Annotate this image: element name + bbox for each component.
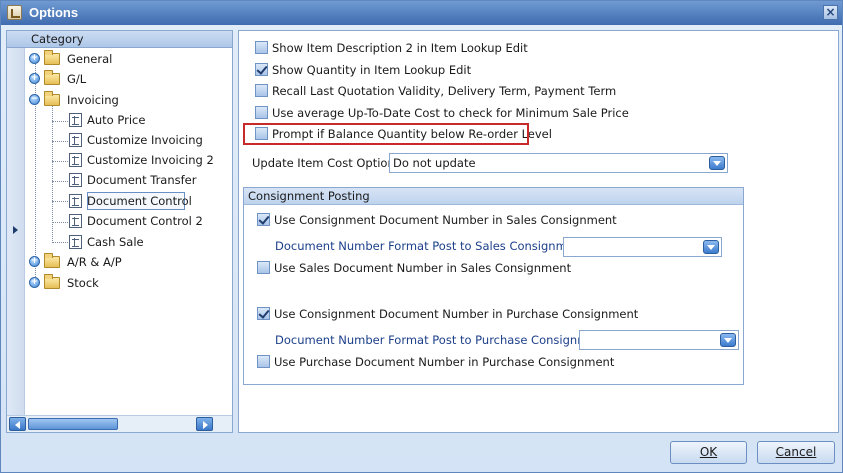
folder-icon: [44, 253, 60, 268]
settings-page-icon: [69, 194, 82, 208]
scroll-left-icon[interactable]: [9, 417, 26, 431]
settings-page-icon: [69, 214, 82, 228]
checkbox[interactable]: [255, 84, 268, 97]
tree-item-label: Invoicing: [67, 93, 119, 107]
options-window: Options × Category + General + G/L − Inv…: [0, 0, 843, 473]
settings-page-icon: [69, 133, 82, 147]
group-title: Consignment Posting: [248, 189, 370, 203]
expand-icon[interactable]: +: [29, 256, 40, 267]
settings-page-icon: [69, 235, 82, 249]
checkbox-label: Use average Up-To-Date Cost to check for…: [272, 106, 629, 120]
group-title-bar: Consignment Posting: [244, 188, 743, 205]
category-header: Category: [7, 31, 232, 48]
tree-item-invoicing[interactable]: − Invoicing: [7, 90, 232, 110]
tree-item-cash-sale[interactable]: Cash Sale: [7, 232, 232, 252]
scroll-thumb[interactable]: [28, 418, 118, 430]
chevron-down-icon[interactable]: [720, 333, 736, 347]
settings-page-icon: [69, 153, 82, 167]
checkbox[interactable]: [255, 106, 268, 119]
checkbox-label: Use Consignment Document Number in Purch…: [274, 307, 639, 321]
tree-item-label: Customize Invoicing: [87, 133, 203, 147]
expand-icon[interactable]: +: [29, 277, 40, 288]
expand-icon[interactable]: +: [29, 53, 40, 64]
tree-item-label: Document Control: [87, 194, 192, 208]
close-button[interactable]: ×: [823, 5, 838, 20]
update-item-cost-label: Update Item Cost Option:: [252, 156, 399, 170]
checkbox[interactable]: [257, 307, 270, 320]
checkbox-label: Show Quantity in Item Lookup Edit: [272, 63, 472, 77]
tree-item-label: Document Transfer: [87, 173, 197, 187]
tree-item-ar-ap[interactable]: + A/R & A/P: [7, 252, 232, 272]
checkbox-label: Use Sales Document Number in Sales Consi…: [274, 261, 572, 275]
tree-item-label: Auto Price: [87, 113, 146, 127]
cancel-button[interactable]: Cancel: [757, 441, 835, 464]
horizontal-scrollbar[interactable]: [7, 415, 232, 432]
folder-icon: [44, 274, 60, 289]
checkbox[interactable]: [255, 41, 268, 54]
tree-item-customize-invoicing-2[interactable]: Customize Invoicing 2: [7, 150, 232, 170]
checkbox-label: Use Purchase Document Number in Purchase…: [274, 355, 615, 369]
tree-item-auto-price[interactable]: Auto Price: [7, 110, 232, 130]
select-value: Do not update: [393, 156, 476, 170]
tree-item-label: A/R & A/P: [67, 255, 122, 269]
tree-item-stock[interactable]: + Stock: [7, 273, 232, 293]
chevron-down-icon[interactable]: [709, 156, 725, 170]
category-header-label: Category: [31, 32, 84, 46]
tree-item-label: Document Control 2: [87, 214, 203, 228]
tree-item-customize-invoicing[interactable]: Customize Invoicing: [7, 130, 232, 150]
checkbox[interactable]: [255, 63, 268, 76]
sales-format-label: Document Number Format Post to Sales Con…: [275, 239, 590, 253]
window-title: Options: [29, 5, 79, 20]
folder-icon: [44, 91, 60, 106]
tree-item-label: General: [67, 52, 113, 66]
checkbox-label: Use Consignment Document Number in Sales…: [274, 213, 617, 227]
tree-item-general[interactable]: + General: [7, 49, 232, 69]
tree-item-label: Stock: [67, 276, 99, 290]
update-item-cost-select[interactable]: Do not update: [389, 153, 728, 173]
checkbox[interactable]: [257, 213, 270, 226]
tree-item-document-transfer[interactable]: Document Transfer: [7, 170, 232, 190]
tree-item-label: G/L: [67, 72, 87, 86]
purchase-format-label: Document Number Format Post to Purchase …: [275, 333, 612, 347]
tree-item-label: Cash Sale: [87, 235, 144, 249]
folder-icon: [44, 50, 60, 65]
checkbox-label: Recall Last Quotation Validity, Delivery…: [272, 84, 617, 98]
expand-icon[interactable]: +: [29, 73, 40, 84]
sales-format-select[interactable]: [563, 237, 722, 257]
checkbox[interactable]: [257, 261, 270, 274]
settings-page-icon: [69, 173, 82, 187]
scroll-right-icon[interactable]: [196, 417, 213, 431]
purchase-format-select[interactable]: [579, 330, 739, 350]
folder-icon: [44, 70, 60, 85]
settings-page-icon: [69, 113, 82, 127]
annotation-highlight-box: [243, 123, 529, 145]
category-panel: Category + General + G/L − Invoicing Aut…: [6, 30, 233, 433]
collapse-icon[interactable]: −: [29, 94, 40, 105]
tree-item-label: Customize Invoicing 2: [87, 153, 214, 167]
chevron-down-icon[interactable]: [703, 240, 719, 254]
options-app-icon: [7, 5, 22, 20]
checkbox[interactable]: [257, 355, 270, 368]
tree-item-document-control[interactable]: Document Control: [7, 191, 232, 211]
tree-item-gl[interactable]: + G/L: [7, 69, 232, 89]
checkbox-label: Show Item Description 2 in Item Lookup E…: [272, 41, 528, 55]
tree-item-document-control-2[interactable]: Document Control 2: [7, 211, 232, 231]
title-bar: Options ×: [1, 1, 842, 25]
ok-button[interactable]: OK: [670, 441, 747, 464]
